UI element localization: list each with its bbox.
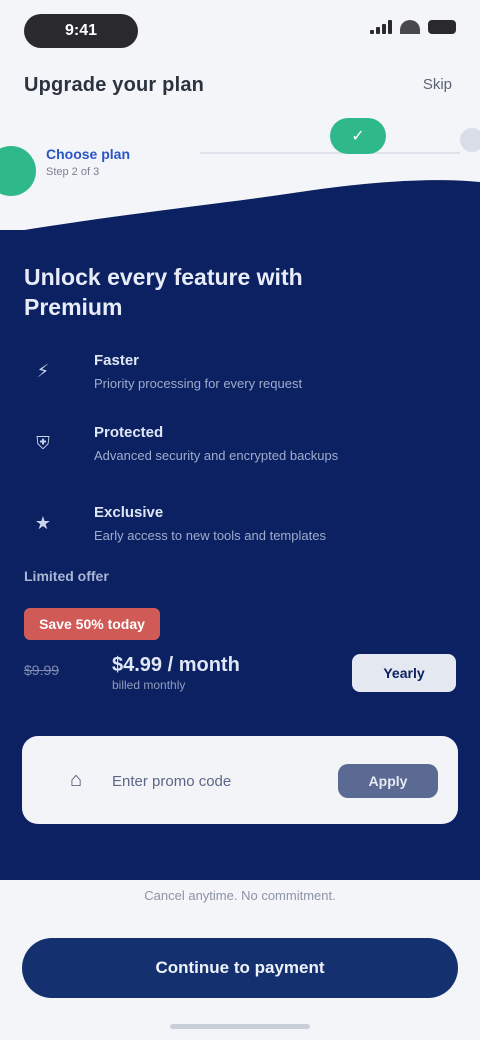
feature-desc: Advanced security and encrypted backups (94, 448, 339, 463)
home-indicator (170, 1024, 310, 1029)
panel-title: Unlock every feature with Premium (24, 264, 303, 320)
price-old: $9.99 (24, 662, 60, 678)
feature-item: ★ Exclusive Early access to new tools an… (24, 504, 454, 554)
offer-label: Limited offer (24, 568, 109, 584)
continue-button[interactable]: Continue to payment (22, 938, 458, 998)
wifi-icon (400, 20, 420, 34)
page-title: Upgrade your plan (24, 74, 205, 96)
footer-note: Cancel anytime. No commitment. (144, 888, 336, 903)
feature-desc: Early access to new tools and templates (94, 528, 326, 543)
promo-code-input[interactable] (110, 758, 344, 804)
feature-desc: Priority processing for every request (94, 376, 303, 391)
discount-badge: Save 50% today (24, 608, 160, 640)
signal-icon (370, 20, 392, 34)
status-icons (370, 20, 456, 34)
feature-title: Exclusive (94, 504, 164, 521)
step-active-label: Choose plan (46, 146, 131, 162)
status-time: 9:41 (24, 14, 138, 48)
feature-item: ⚡ Faster Priority processing for every r… (24, 352, 454, 402)
check-icon: ✓ (330, 118, 386, 154)
feature-title: Protected (94, 424, 164, 441)
billing-toggle-button[interactable]: Yearly (352, 654, 456, 692)
status-bar: 9:41 (0, 0, 480, 60)
feature-item: ⛨ Protected Advanced security and encryp… (24, 424, 454, 474)
price-new: $4.99 / month (112, 654, 240, 676)
price-unit: billed monthly (112, 678, 186, 692)
app-bar: Upgrade your plan Skip (0, 60, 480, 116)
tag-icon: ⌂ (69, 769, 83, 791)
shield-icon: ⛨ (36, 433, 50, 453)
price-row: $9.99 $4.99 / month billed monthly Yearl… (24, 650, 456, 694)
step-pending-indicator (460, 128, 480, 152)
promo-card: ⌂ Apply (22, 736, 458, 824)
feature-title: Faster (94, 352, 140, 369)
battery-icon (428, 20, 456, 34)
step-connector (200, 152, 460, 154)
skip-button[interactable]: Skip (423, 76, 452, 93)
bolt-icon: ⚡ (36, 361, 50, 381)
star-icon: ★ (34, 513, 52, 533)
apply-promo-button[interactable]: Apply (338, 764, 438, 798)
